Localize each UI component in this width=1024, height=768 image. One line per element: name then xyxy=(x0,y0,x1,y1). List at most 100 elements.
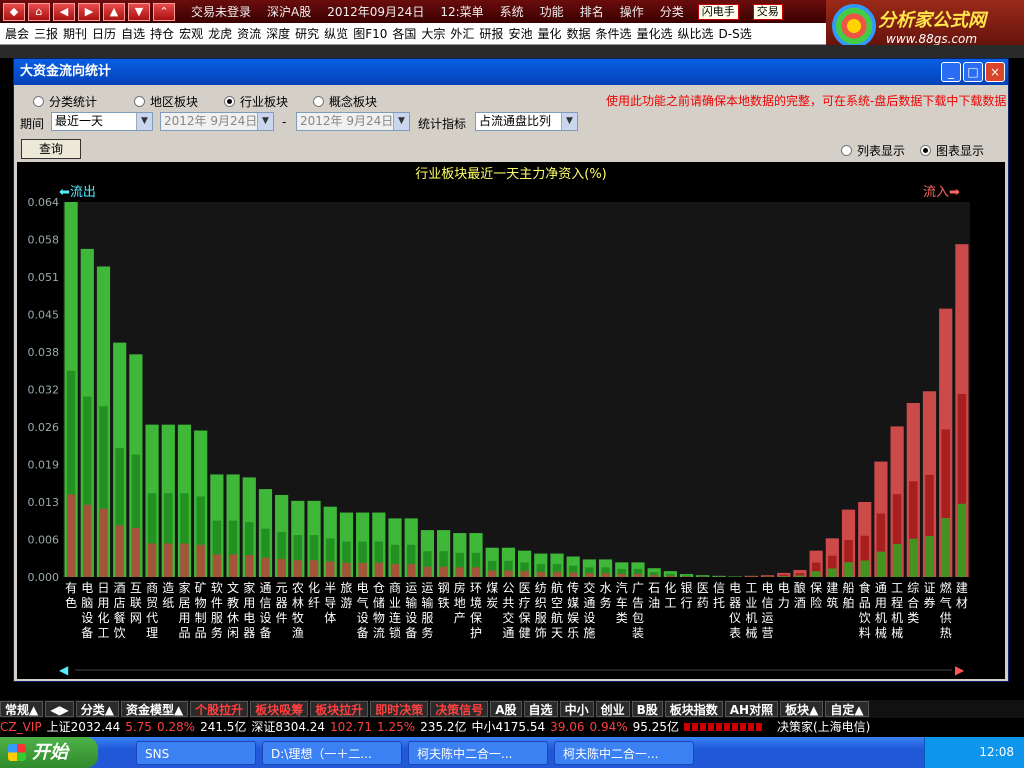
down-icon[interactable]: ▼ xyxy=(128,2,150,21)
menubar-item[interactable]: D-S选 xyxy=(719,25,752,42)
radio-industry[interactable]: 行业板块 xyxy=(224,93,288,110)
task-sns[interactable]: SNS xyxy=(136,740,256,765)
inflow-bar[interactable] xyxy=(809,550,823,577)
end-date-picker[interactable]: 2012年 9月24日 ▼ xyxy=(296,112,410,131)
menubar-item[interactable]: 量化选 xyxy=(637,25,673,42)
outflow-bar[interactable] xyxy=(696,575,710,577)
metric-select[interactable]: 占流通盘比列 ▼ xyxy=(475,112,578,131)
task-folder[interactable]: D:\理想（一＋二... xyxy=(262,740,402,765)
start-date-picker[interactable]: 2012年 9月24日 ▼ xyxy=(160,112,274,131)
outflow-bar[interactable] xyxy=(64,202,78,577)
bottom-tab[interactable]: 板块指数 xyxy=(664,701,723,717)
menubar-item[interactable]: 龙虎 xyxy=(208,25,232,42)
scroll-left-icon[interactable]: ◀ xyxy=(59,663,69,677)
outflow-bar[interactable] xyxy=(161,424,175,577)
menubar-item[interactable]: 三报 xyxy=(34,25,58,42)
inflow-bar[interactable] xyxy=(874,461,888,577)
inflow-bar[interactable] xyxy=(955,244,969,577)
forward-icon[interactable]: ▶ xyxy=(78,2,100,21)
outflow-bar[interactable] xyxy=(372,512,386,577)
menu-system[interactable]: 系统 xyxy=(500,3,524,20)
radio-category-stats[interactable]: 分类统计 xyxy=(33,93,97,110)
outflow-bar[interactable] xyxy=(145,424,159,577)
bottom-tab[interactable]: 常规▲ xyxy=(0,701,44,717)
bottom-tab[interactable]: 即时决策 xyxy=(370,701,429,717)
outflow-bar[interactable] xyxy=(437,530,451,577)
menubar-item[interactable]: 研报 xyxy=(479,25,503,42)
start-button[interactable]: 开始 xyxy=(0,737,98,768)
outflow-bar[interactable] xyxy=(404,518,418,577)
bottom-tab[interactable]: 资金模型▲ xyxy=(120,701,189,717)
bottom-tab[interactable]: 决策信号 xyxy=(430,701,489,717)
outflow-bar[interactable] xyxy=(323,506,337,577)
menu-button[interactable]: 12:菜单 xyxy=(440,3,483,20)
back-icon[interactable]: ◀ xyxy=(53,2,75,21)
menubar-item[interactable]: 深度 xyxy=(266,25,290,42)
inflow-bar[interactable] xyxy=(939,308,953,577)
bottom-tab[interactable]: 自定▲ xyxy=(825,701,869,717)
menubar-item[interactable]: 安池 xyxy=(508,25,532,42)
outflow-bar[interactable] xyxy=(728,576,742,577)
collapse-icon[interactable]: ⌃ xyxy=(153,2,175,21)
outflow-bar[interactable] xyxy=(113,342,127,577)
bottom-tab[interactable]: 板块拉升 xyxy=(310,701,369,717)
outflow-bar[interactable] xyxy=(598,559,613,577)
menubar-item[interactable]: 期刊 xyxy=(63,25,87,42)
bottom-tab[interactable]: 分类▲ xyxy=(75,701,119,717)
home-icon[interactable]: ⌂ xyxy=(28,2,50,21)
menubar-item[interactable]: 资流 xyxy=(237,25,261,42)
menu-category[interactable]: 分类 xyxy=(660,3,684,20)
outflow-bar[interactable] xyxy=(242,477,256,577)
period-select[interactable]: 最近一天 ▼ xyxy=(51,112,153,131)
task-browser-1[interactable]: 柯夫陈中二合一... xyxy=(408,740,548,765)
menubar-item[interactable]: 持仓 xyxy=(150,25,174,42)
menubar-item[interactable]: 条件选 xyxy=(595,25,631,42)
login-status[interactable]: 交易未登录 xyxy=(191,3,251,20)
radio-list-display[interactable]: 列表显示 xyxy=(841,142,905,159)
menubar-item[interactable]: 自选 xyxy=(121,25,145,42)
ie-icon[interactable] xyxy=(104,741,130,765)
inflow-bar[interactable] xyxy=(906,402,920,577)
menu-operation[interactable]: 操作 xyxy=(620,3,644,20)
outflow-bar[interactable] xyxy=(80,248,94,577)
outflow-bar[interactable] xyxy=(96,266,111,577)
menubar-item[interactable]: 量化 xyxy=(537,25,561,42)
outflow-bar[interactable] xyxy=(631,562,645,577)
task-browser-2[interactable]: 柯夫陈中二合一... xyxy=(554,740,694,765)
scroll-right-icon[interactable]: ▶ xyxy=(955,663,965,677)
inflow-bar[interactable] xyxy=(777,572,791,577)
outflow-bar[interactable] xyxy=(258,489,273,577)
menubar-item[interactable]: 宏观 xyxy=(179,25,203,42)
menubar-item[interactable]: 日历 xyxy=(92,25,116,42)
menubar-item[interactable]: 纵览 xyxy=(324,25,348,42)
radio-concept[interactable]: 概念板块 xyxy=(313,93,377,110)
bottom-tab[interactable]: 自选 xyxy=(523,701,558,717)
window-titlebar[interactable]: 大资金流向统计 xyxy=(14,59,1008,85)
market-select[interactable]: 深沪A股 xyxy=(267,3,311,20)
outflow-bar[interactable] xyxy=(550,553,564,577)
outflow-bar[interactable] xyxy=(226,474,240,577)
outflow-bar[interactable] xyxy=(647,568,661,577)
outflow-bar[interactable] xyxy=(534,553,548,577)
outflow-bar[interactable] xyxy=(129,354,143,577)
diamond-icon[interactable]: ◆ xyxy=(3,2,25,21)
outflow-bar[interactable] xyxy=(339,512,354,577)
bottom-tab[interactable]: A股 xyxy=(490,701,522,717)
inflow-bar[interactable] xyxy=(890,426,904,577)
outflow-bar[interactable] xyxy=(582,559,596,577)
outflow-bar[interactable] xyxy=(388,518,402,577)
outflow-bar[interactable] xyxy=(469,533,483,577)
bottom-tab[interactable]: ◀▶ xyxy=(45,701,74,717)
inflow-bar[interactable] xyxy=(825,538,839,577)
inflow-bar[interactable] xyxy=(744,575,758,577)
outflow-bar[interactable] xyxy=(485,547,499,577)
query-button[interactable]: 查询 xyxy=(21,139,81,159)
inflow-bar[interactable] xyxy=(858,502,872,577)
up-icon[interactable]: ▲ xyxy=(103,2,125,21)
bottom-tab[interactable]: 创业 xyxy=(595,701,630,717)
outflow-bar[interactable] xyxy=(663,571,677,577)
radio-region[interactable]: 地区板块 xyxy=(134,93,198,110)
menubar-item[interactable]: 图F10 xyxy=(353,25,387,42)
minimize-button[interactable]: _ xyxy=(941,62,961,82)
outflow-bar[interactable] xyxy=(194,430,208,577)
